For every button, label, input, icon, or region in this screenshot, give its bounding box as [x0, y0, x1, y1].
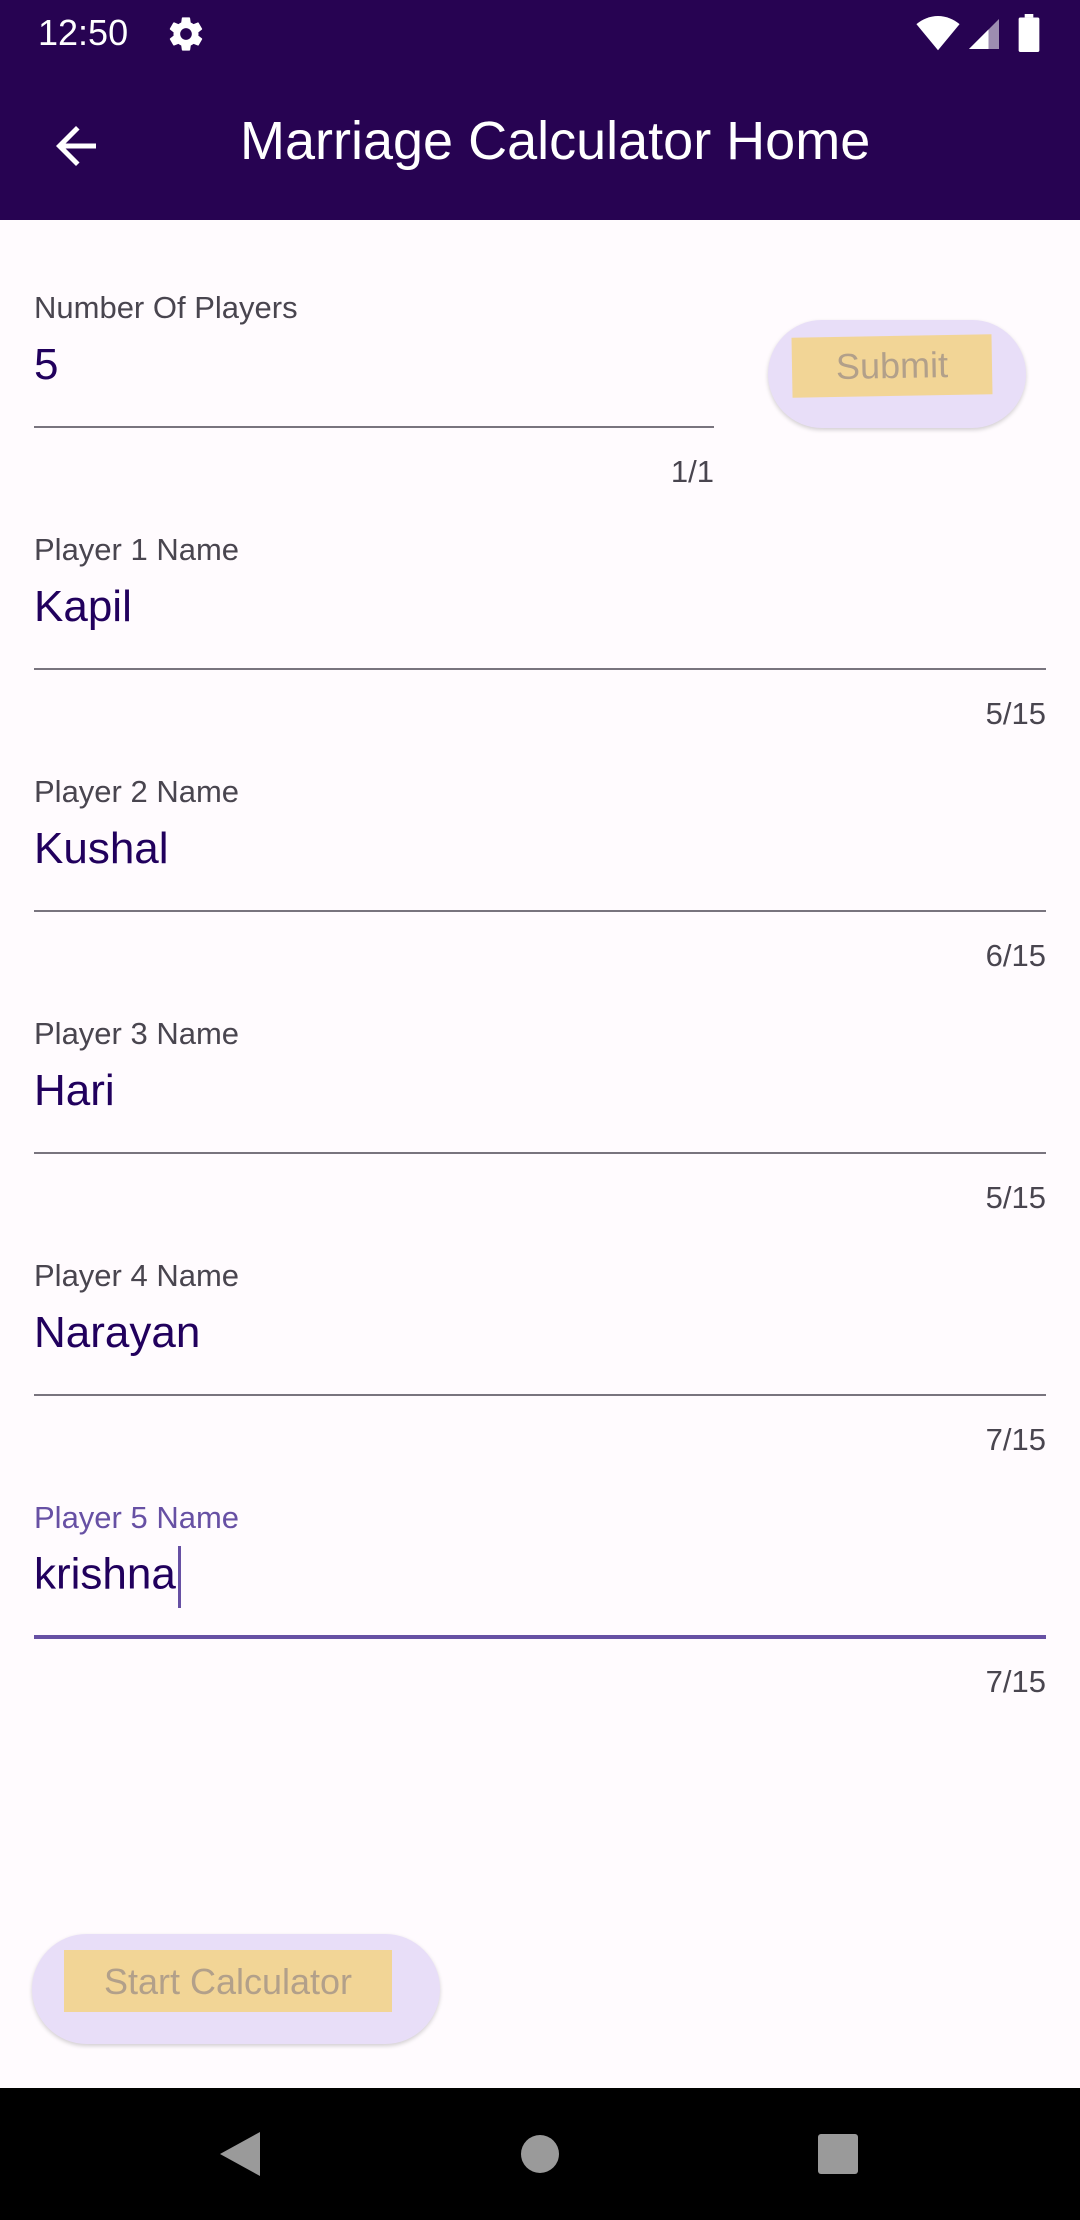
player-5-name-counter: 7/15	[985, 1664, 1046, 1699]
submit-button[interactable]: Submit	[768, 320, 1026, 428]
player-4-name-counter: 7/15	[985, 1422, 1046, 1457]
player-4-name-input[interactable]: Narayan	[34, 1308, 200, 1358]
player-1-name-counter: 5/15	[985, 696, 1046, 731]
page-title: Marriage Calculator Home	[240, 111, 871, 171]
start-calculator-button-label: Start Calculator	[64, 1950, 392, 2012]
nav-recents-icon[interactable]	[818, 2134, 858, 2174]
player-1-name-label: Player 1 Name	[34, 532, 240, 567]
player-3-name-label: Player 3 Name	[34, 1016, 240, 1051]
player-5-name-underline	[34, 1635, 1046, 1639]
player-5-name-label: Player 5 Name	[34, 1500, 240, 1535]
player-4-name-label: Player 4 Name	[34, 1258, 240, 1293]
player-5-name-input[interactable]: krishna	[34, 1546, 181, 1608]
player-4-name-field[interactable]: Player 4 Name Narayan 7/15	[34, 1258, 1046, 1458]
arrow-back-icon[interactable]	[46, 116, 106, 176]
player-2-name-label: Player 2 Name	[34, 774, 240, 809]
start-calculator-button[interactable]: Start Calculator	[32, 1934, 440, 2044]
status-time: 12:50	[38, 12, 129, 53]
nav-back-icon[interactable]	[220, 2132, 260, 2176]
player-2-name-underline	[34, 910, 1046, 912]
signal-icon	[969, 19, 999, 49]
player-3-name-field[interactable]: Player 3 Name Hari 5/15	[34, 1016, 1046, 1216]
player-3-name-input[interactable]: Hari	[34, 1066, 115, 1116]
player-3-name-counter: 5/15	[985, 1180, 1046, 1215]
nav-home-icon[interactable]	[520, 2134, 560, 2174]
submit-button-label: Submit	[791, 334, 993, 398]
players-count-input[interactable]: 5	[34, 340, 58, 390]
players-count-counter: 1/1	[670, 454, 714, 489]
player-2-name-input[interactable]: Kushal	[34, 824, 169, 874]
text-cursor	[177, 1546, 181, 1608]
player-5-name-text: krishna	[34, 1549, 176, 1599]
player-4-name-underline	[34, 1394, 1046, 1396]
app-bar: Marriage Calculator Home	[0, 66, 1080, 220]
players-count-label: Number Of Players	[34, 290, 298, 325]
players-count-field[interactable]: Number Of Players 5 1/1	[34, 290, 714, 490]
player-2-name-counter: 6/15	[985, 938, 1046, 973]
player-3-name-underline	[34, 1152, 1046, 1154]
status-bar: 12:50	[0, 0, 1080, 66]
player-1-name-underline	[34, 668, 1046, 670]
player-5-name-field[interactable]: Player 5 Name krishna 7/15	[34, 1500, 1046, 1700]
navigation-bar	[0, 2088, 1080, 2220]
players-count-underline	[34, 426, 714, 428]
player-2-name-field[interactable]: Player 2 Name Kushal 6/15	[34, 774, 1046, 974]
player-1-name-field[interactable]: Player 1 Name Kapil 5/15	[34, 532, 1046, 732]
wifi-icon	[916, 16, 960, 51]
gear-icon	[169, 17, 203, 51]
player-1-name-input[interactable]: Kapil	[34, 582, 132, 632]
battery-icon	[1018, 14, 1040, 52]
